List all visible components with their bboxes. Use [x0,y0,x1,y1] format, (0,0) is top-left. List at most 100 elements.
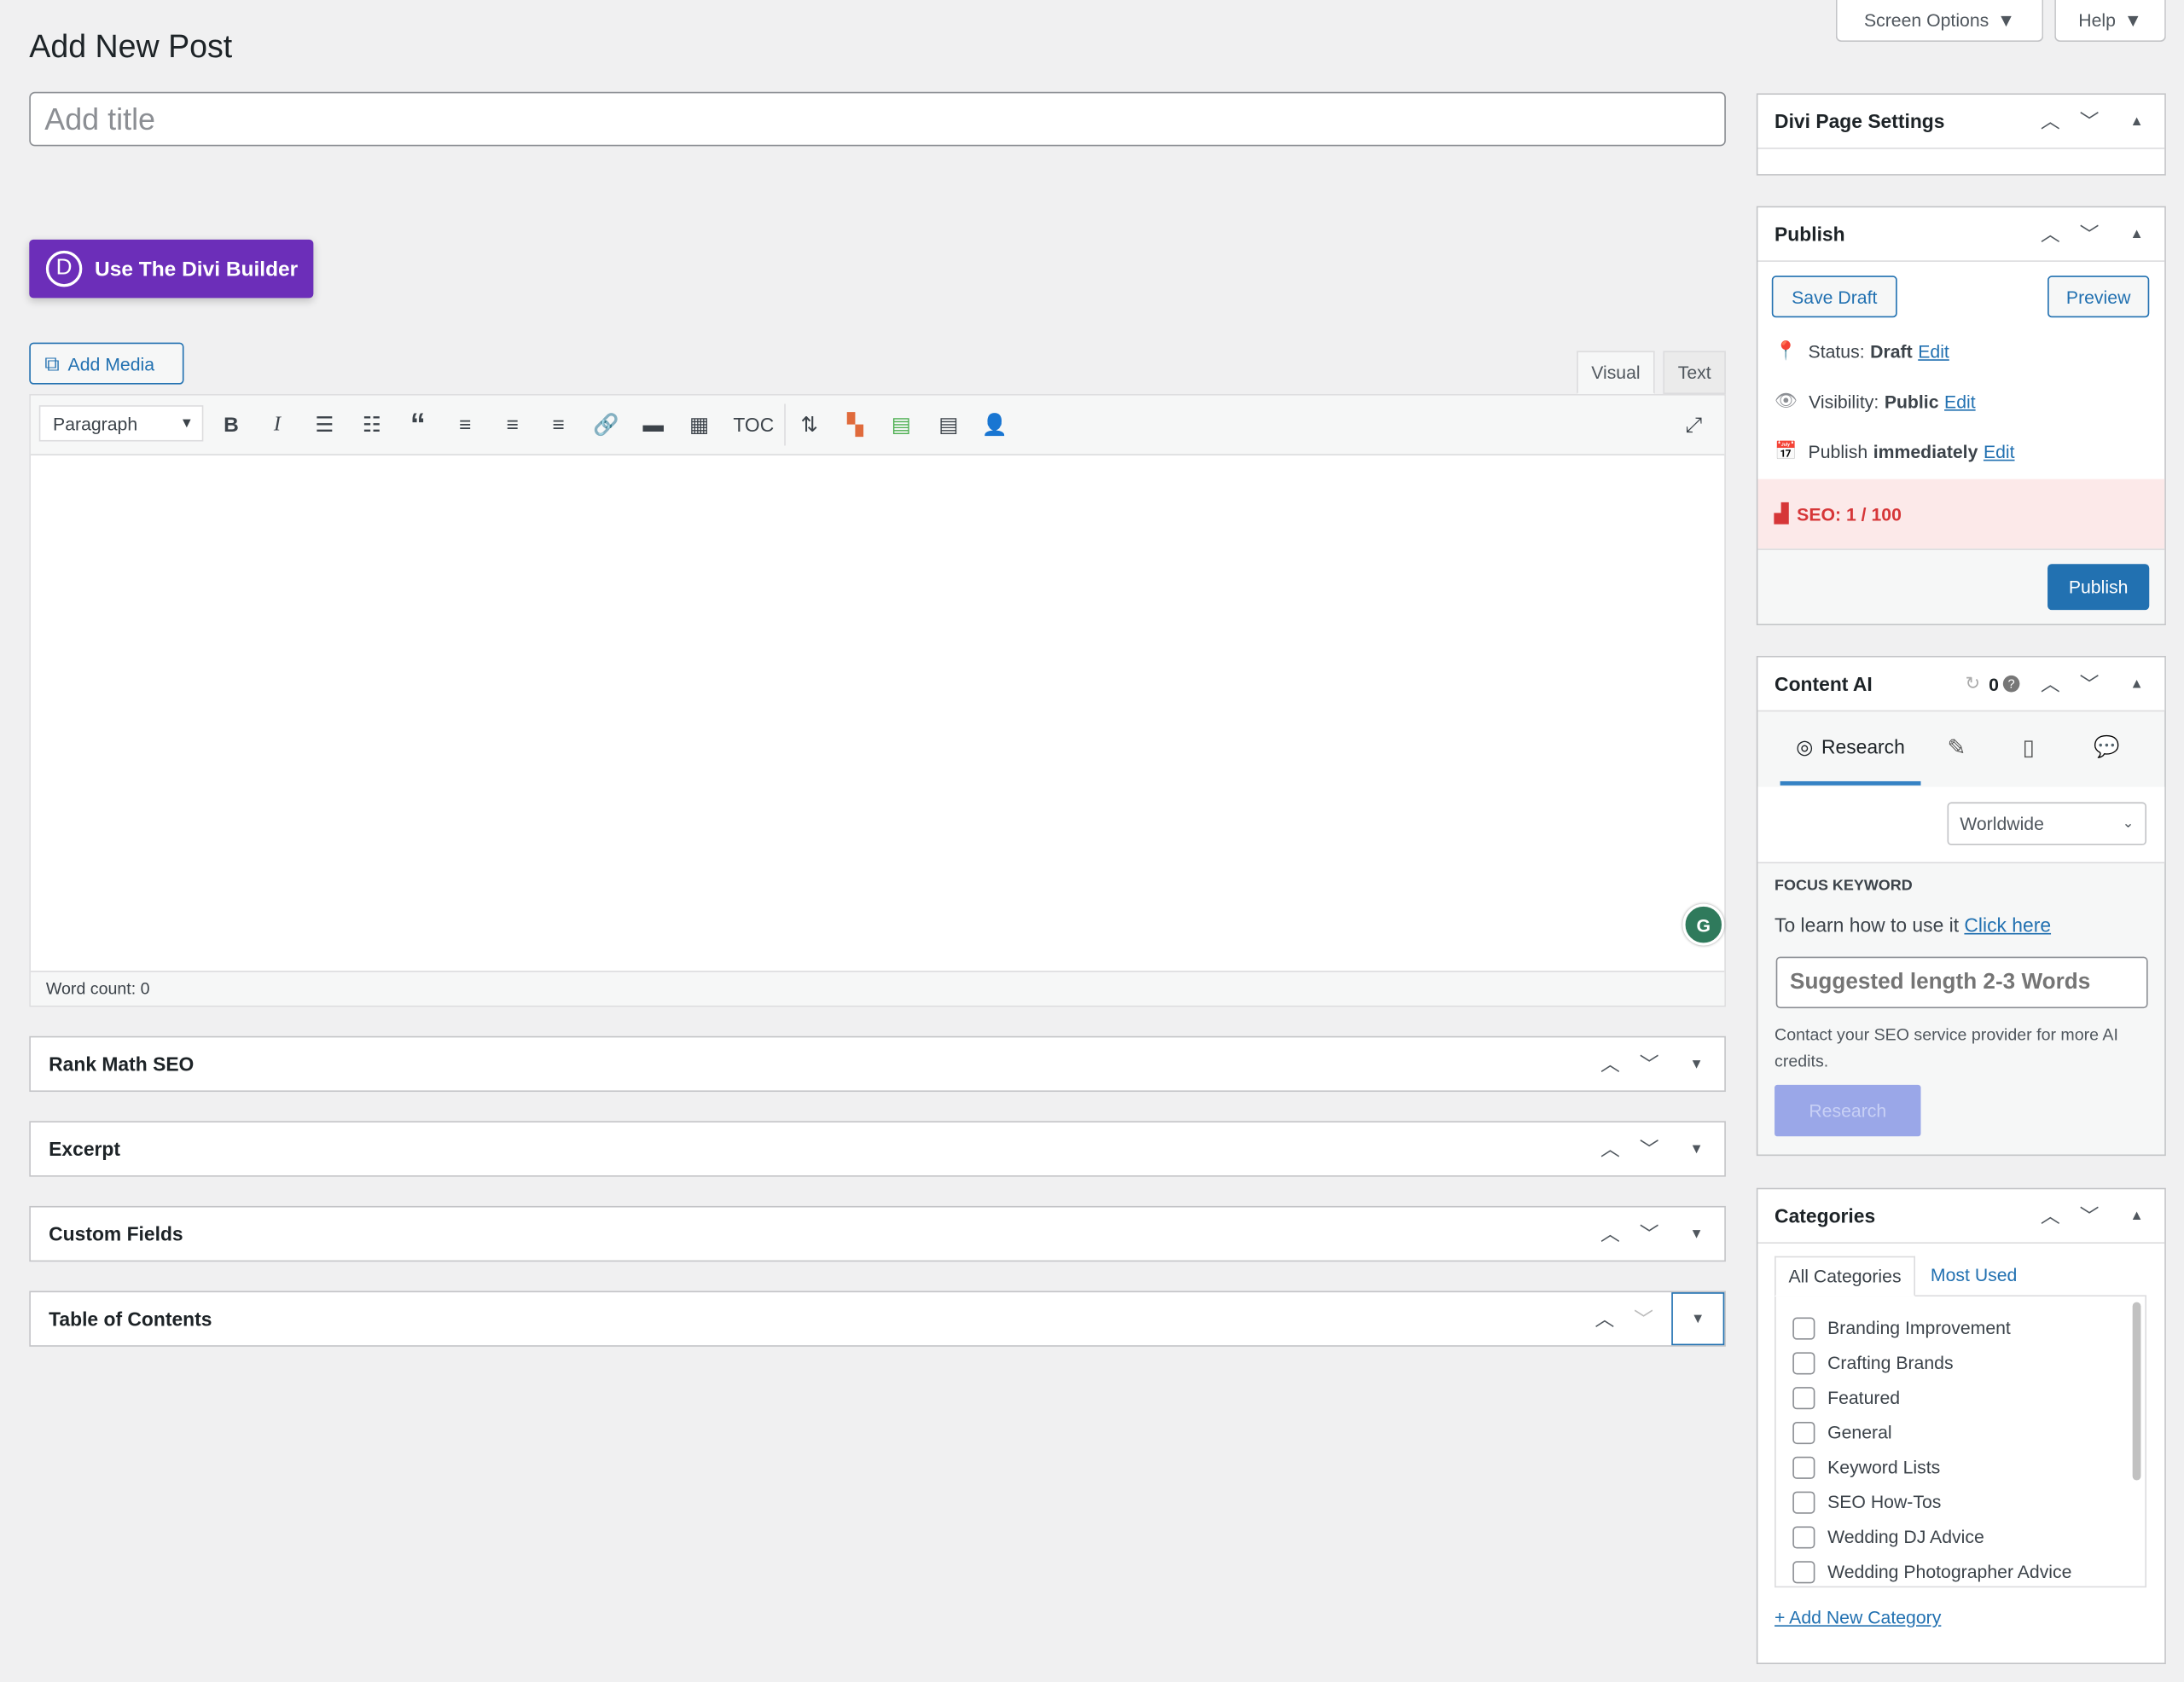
toggle-icon[interactable]: ▼ [1677,1227,1716,1242]
chevron-down-icon[interactable]: ﹀ [2070,670,2109,698]
add-new-category-link[interactable]: + Add New Category [1774,1607,1941,1627]
checkbox[interactable] [1792,1560,1815,1583]
blockquote-icon[interactable]: “ [403,407,433,442]
preview-button[interactable]: Preview [2048,276,2150,318]
chevron-down-icon[interactable]: ﹀ [2070,1202,2109,1230]
rank-math-icon: ▟ [1774,502,1789,524]
checkbox[interactable] [1792,1386,1815,1409]
research-button[interactable]: Research [1774,1084,1921,1137]
checkbox[interactable] [1792,1421,1815,1444]
tab-most-used[interactable]: Most Used [1931,1264,2017,1285]
toggle-icon[interactable]: ▲ [2117,1208,2157,1223]
editor-toolbar: Paragraph ▼ B I ☰ ☷ “ ≡ ≡ ≡ 🔗 ▬ ▦ TOC ⇅ ▚… [30,395,1725,455]
toggle-icon[interactable]: ▼ [1677,1056,1716,1071]
bulleted-list-icon[interactable]: ☰ [309,409,340,440]
toggle-icon[interactable]: ▲ [2117,226,2157,241]
category-item[interactable]: Crafting Brands [1792,1345,2145,1380]
chevron-down-icon[interactable]: ﹀ [1624,1305,1664,1333]
edit-schedule-link[interactable]: Edit [1984,441,2015,461]
scrollbar[interactable] [2132,1302,2141,1481]
metabox-custom-fields[interactable]: Custom Fields ︿ ﹀ ▼ [29,1205,1726,1262]
link-icon[interactable]: 🔗 [590,409,621,440]
chevron-up-icon[interactable]: ︿ [2030,1202,2070,1230]
category-item[interactable]: General [1792,1415,2145,1450]
metabox-excerpt[interactable]: Excerpt ︿ ﹀ ▼ [29,1121,1726,1177]
align-left-icon[interactable]: ≡ [450,409,480,440]
chevron-up-icon[interactable]: ︿ [1591,1135,1630,1163]
tab-research[interactable]: ◎ Research [1780,711,1921,786]
seo-score[interactable]: ▟ SEO: 1 / 100 [1757,478,2165,549]
toc-button[interactable]: TOC [731,409,775,440]
tab-all-categories[interactable]: All Categories [1774,1256,1915,1297]
chevron-up-icon[interactable]: ︿ [2030,220,2070,248]
category-item[interactable]: SEO How-Tos [1792,1484,2145,1519]
grammarly-icon[interactable]: G [1682,903,1725,946]
edit-status-link[interactable]: Edit [1918,340,1949,361]
toggle-icon[interactable]: ▼ [1671,1292,1725,1346]
click-here-link[interactable]: Click here [1964,914,2051,936]
chevron-down-icon[interactable]: ﹀ [2070,107,2109,136]
box-title: Publish [1774,223,1845,246]
checkbox[interactable] [1792,1316,1815,1339]
table-icon[interactable]: ▤ [933,409,964,440]
chevron-up-icon[interactable]: ︿ [1591,1220,1630,1248]
category-item[interactable]: Wedding Photographer Advice [1792,1554,2145,1586]
divi-builder-button[interactable]: D Use The Divi Builder [29,239,314,299]
user-icon[interactable]: 👤 [979,409,1010,440]
fullscreen-icon[interactable]: ⤢ [1678,409,1709,440]
category-item[interactable]: Branding Improvement [1792,1310,2145,1345]
metabox-table-of-contents[interactable]: Table of Contents ︿ ﹀ ▼ [29,1290,1726,1347]
italic-icon[interactable]: I [262,409,293,440]
format-select[interactable]: Paragraph ▼ [38,405,204,442]
toggle-icon[interactable]: ▼ [1677,1141,1716,1157]
bold-icon[interactable]: B [216,409,247,440]
checkbox[interactable] [1792,1351,1815,1374]
checkbox[interactable] [1792,1525,1815,1548]
toolbar-toggle-icon[interactable]: ▦ [684,409,715,440]
title-input[interactable] [29,91,1726,147]
align-right-icon[interactable]: ≡ [543,409,574,440]
metabox-rank-math[interactable]: Rank Math SEO ︿ ﹀ ▼ [29,1035,1726,1093]
seo-score-text: SEO: 1 / 100 [1797,503,1902,525]
chevron-down-icon[interactable]: ﹀ [1629,1050,1669,1078]
tab-text[interactable]: Text [1663,351,1726,395]
screen-options-button[interactable]: Screen Options ▼ [1835,0,2044,42]
toggle-icon[interactable]: ▲ [2117,113,2157,129]
color-blocks-icon[interactable]: ▚ [840,409,871,440]
add-media-button[interactable]: ⧉ Add Media [29,342,184,385]
document-icon[interactable]: ▯ [2023,734,2035,762]
checkbox[interactable] [1792,1455,1815,1479]
region-select[interactable]: Worldwide ⌄ [1947,802,2146,846]
checkbox[interactable] [1792,1490,1815,1513]
screen-options-label: Screen Options [1863,9,1989,31]
chevron-down-icon[interactable]: ﹀ [1629,1220,1669,1248]
category-item[interactable]: Wedding DJ Advice [1792,1519,2145,1554]
metabox-title: Rank Math SEO [49,1053,195,1076]
toggle-icon[interactable]: ▲ [2117,676,2157,692]
write-icon[interactable]: ✎ [1948,734,1966,762]
refresh-icon[interactable]: ↻ [1966,673,1981,695]
chevron-up-icon[interactable]: ︿ [2030,670,2070,698]
chevron-up-icon[interactable]: ︿ [1591,1050,1630,1078]
publish-button[interactable]: Publish [2048,564,2150,611]
category-item[interactable]: Featured [1792,1380,2145,1415]
focus-keyword-input[interactable] [1775,956,2148,1009]
edit-visibility-link[interactable]: Edit [1944,391,1976,411]
numbered-list-icon[interactable]: ☷ [357,409,387,440]
chevron-up-icon[interactable]: ︿ [2030,107,2070,136]
help-button[interactable]: Help ▼ [2054,0,2166,42]
align-center-icon[interactable]: ≡ [497,409,528,440]
layers-icon[interactable]: ▤ [886,409,916,440]
chevron-down-icon[interactable]: ﹀ [2070,220,2109,248]
category-item[interactable]: Keyword Lists [1792,1450,2145,1485]
chevron-down-icon[interactable]: ﹀ [1629,1135,1669,1163]
read-more-icon[interactable]: ▬ [638,409,669,440]
sort-icon[interactable]: ⇅ [794,409,825,440]
chat-icon[interactable]: 💬 [2094,734,2120,759]
save-draft-button[interactable]: Save Draft [1771,276,1897,318]
help-icon[interactable]: ? [2002,675,2020,693]
add-media-label: Add Media [67,352,155,374]
category-list: Branding Improvement Crafting Brands Featu… [1774,1295,2146,1588]
tab-visual[interactable]: Visual [1577,351,1655,395]
chevron-up-icon[interactable]: ︿ [1585,1305,1624,1333]
